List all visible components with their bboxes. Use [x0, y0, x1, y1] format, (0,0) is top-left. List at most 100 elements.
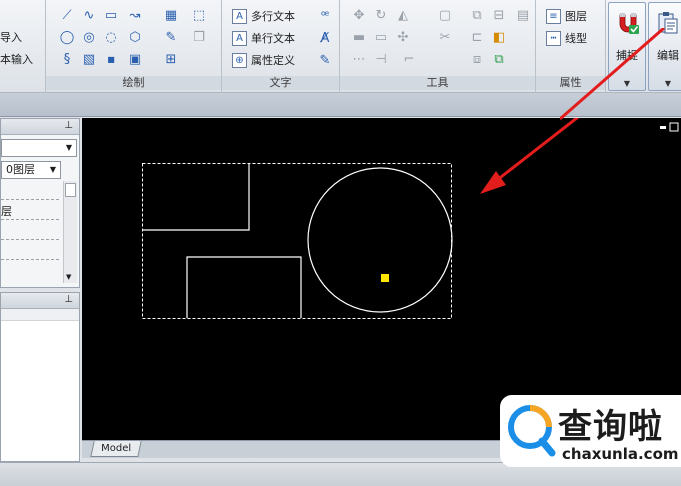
- multiline-text-label: 多行文本: [251, 10, 295, 23]
- pin-icon[interactable]: ⊥: [64, 120, 73, 131]
- explode-icon[interactable]: ✣: [394, 28, 412, 46]
- circle-shape: [307, 167, 453, 313]
- linetype-icon: ┅: [546, 30, 561, 46]
- mirror-icon[interactable]: ◭: [394, 6, 412, 24]
- text-input-button[interactable]: 本输入: [0, 50, 33, 68]
- rotate-icon[interactable]: ↻: [372, 6, 390, 24]
- text-style-icon[interactable]: ꟹ: [316, 7, 334, 25]
- trim-icon[interactable]: ✂: [436, 28, 454, 46]
- properties-row: [1, 309, 79, 321]
- image-icon[interactable]: ▣: [126, 50, 144, 68]
- ribbon-group-tools: ✥ ↻ ◭ ▢ ⧉ ⊟ ▤ ▬ ▭ ✣ ✂ ⊏ ◧ ⋯ ⊣ ⌐ ⧈ ⧉ 工具: [340, 0, 536, 93]
- layer-label: 图层: [565, 10, 587, 23]
- erase-icon[interactable]: ▬: [350, 28, 368, 46]
- copy-icon[interactable]: ⧉: [468, 6, 486, 24]
- layer-combo-value: 0图层: [6, 163, 35, 176]
- circle-icon[interactable]: ◯: [58, 28, 76, 46]
- gradient-icon[interactable]: ▧: [80, 50, 98, 68]
- scale-icon[interactable]: ▭: [372, 28, 390, 46]
- annotation-arrow: [491, 118, 580, 186]
- text-edit-icon[interactable]: A̸: [316, 29, 334, 47]
- match-properties-icon[interactable]: ⧉: [490, 50, 508, 68]
- text-input-label: 本输入: [0, 53, 33, 66]
- viewport-control: [669, 122, 679, 132]
- properties-panel-header: ⊥: [1, 293, 79, 309]
- single-text-label: 单行文本: [251, 32, 295, 45]
- properties-panel: ⊥: [0, 292, 80, 462]
- layer-panel: ⊥ ▼ 0图层 ▼ 层 ▼: [0, 118, 80, 288]
- spiral-icon[interactable]: §: [58, 50, 76, 68]
- attribute-define-label: 属性定义: [251, 54, 295, 67]
- tools-group-label: 工具: [340, 76, 535, 90]
- rectangle-icon[interactable]: ▭: [102, 6, 120, 24]
- ribbon-group-draw: ⟋ ∿ ▭ ↝ ▦ ⬚ ◯ ◎ ◌ ⬡ ✎ ❐ § ▧ ■ ▣ ⊞ 绘制: [46, 0, 222, 93]
- polyline-shape-2: [186, 256, 302, 318]
- multiline-text-icon: A: [232, 8, 247, 24]
- draw-group-label: 绘制: [46, 76, 221, 90]
- fillet-icon[interactable]: ⌐: [400, 50, 418, 68]
- layer-button[interactable]: ≡ 图层: [546, 7, 587, 25]
- join-icon[interactable]: ⧈: [468, 50, 486, 68]
- spline-icon[interactable]: ↝: [126, 6, 144, 24]
- tab-model-label: Model: [101, 443, 132, 454]
- watermark-logo: 查询啦 chaxunla.com: [500, 395, 681, 467]
- watermark-title: 查询啦: [558, 407, 663, 447]
- drawing-svg: [142, 118, 679, 319]
- attribute-define-button[interactable]: ⊕ 属性定义: [232, 51, 295, 69]
- text-find-icon[interactable]: ✎: [316, 51, 334, 69]
- scroll-thumb[interactable]: [65, 183, 76, 197]
- layer-combo[interactable]: 0图层 ▼: [1, 161, 61, 179]
- import-label: 导入: [0, 31, 22, 44]
- table-icon[interactable]: ⊞: [162, 50, 180, 68]
- layer-row-label: 层: [1, 205, 12, 218]
- center-grip: [381, 274, 389, 282]
- clipboard-icon[interactable]: ▤: [514, 6, 532, 24]
- layer-scrollbar[interactable]: ▼: [63, 181, 77, 283]
- layer-icon: ≡: [546, 8, 561, 24]
- layer-row[interactable]: [1, 199, 59, 200]
- drawing-canvas[interactable]: [82, 118, 681, 440]
- multiline-text-button[interactable]: A 多行文本: [232, 7, 295, 25]
- ribbon-group-text: A 多行文本 A 单行文本 ⊕ 属性定义 ꟹ A̸ ✎ 文字: [222, 0, 340, 93]
- stretch-icon[interactable]: ⋯: [350, 50, 368, 68]
- layer-row[interactable]: [1, 219, 59, 220]
- single-text-icon: A: [232, 30, 247, 46]
- attribute-define-icon: ⊕: [232, 52, 247, 68]
- viewport-control: [660, 126, 666, 129]
- polyline-shape-1: [143, 164, 250, 231]
- ellipse-icon[interactable]: ◎: [80, 28, 98, 46]
- chevron-down-icon: ▼: [49, 165, 56, 174]
- ribbon-group-import: 导入 本输入: [0, 0, 46, 93]
- move-icon[interactable]: ✥: [350, 6, 368, 24]
- pencil-icon[interactable]: ✎: [162, 28, 180, 46]
- point-icon[interactable]: ■: [102, 50, 120, 68]
- layer-row[interactable]: [1, 239, 59, 240]
- region-icon[interactable]: ⬚: [190, 6, 208, 24]
- extend-icon[interactable]: ⊏: [468, 28, 486, 46]
- layer-panel-header: ⊥: [1, 119, 79, 135]
- text-group-label: 文字: [222, 76, 339, 90]
- block-icon[interactable]: ❐: [190, 28, 208, 46]
- watermark-search-icon: [508, 405, 556, 457]
- array-icon[interactable]: ⊟: [490, 6, 508, 24]
- arc-icon[interactable]: ◌: [102, 28, 120, 46]
- paste-icon[interactable]: ◧: [490, 28, 508, 46]
- watermark-url: chaxunla.com: [562, 445, 679, 463]
- pin-icon[interactable]: ⊥: [64, 294, 73, 305]
- import-button[interactable]: 导入: [0, 28, 22, 46]
- single-text-button[interactable]: A 单行文本: [232, 29, 295, 47]
- hatch-icon[interactable]: ▦: [162, 6, 180, 24]
- break-icon[interactable]: ⊣: [372, 50, 390, 68]
- app-window: 导入 本输入 ⟋ ∿ ▭ ↝ ▦ ⬚ ◯ ◎ ◌ ⬡ ✎ ❐ § ▧ ■ ▣ ⊞…: [0, 0, 681, 486]
- line-icon[interactable]: ⟋: [58, 6, 76, 24]
- scroll-down-icon[interactable]: ▼: [66, 273, 71, 281]
- polyline-icon[interactable]: ∿: [80, 6, 98, 24]
- layer-row[interactable]: [1, 259, 59, 260]
- layer-filter-combo[interactable]: ▼: [1, 139, 77, 157]
- offset-icon[interactable]: ▢: [436, 6, 454, 24]
- annotation-arrow-top: [560, 28, 665, 120]
- selection-box: [142, 163, 452, 319]
- tab-model[interactable]: Model: [90, 441, 142, 457]
- polygon-icon[interactable]: ⬡: [126, 28, 144, 46]
- chevron-down-icon: ▼: [65, 143, 72, 152]
